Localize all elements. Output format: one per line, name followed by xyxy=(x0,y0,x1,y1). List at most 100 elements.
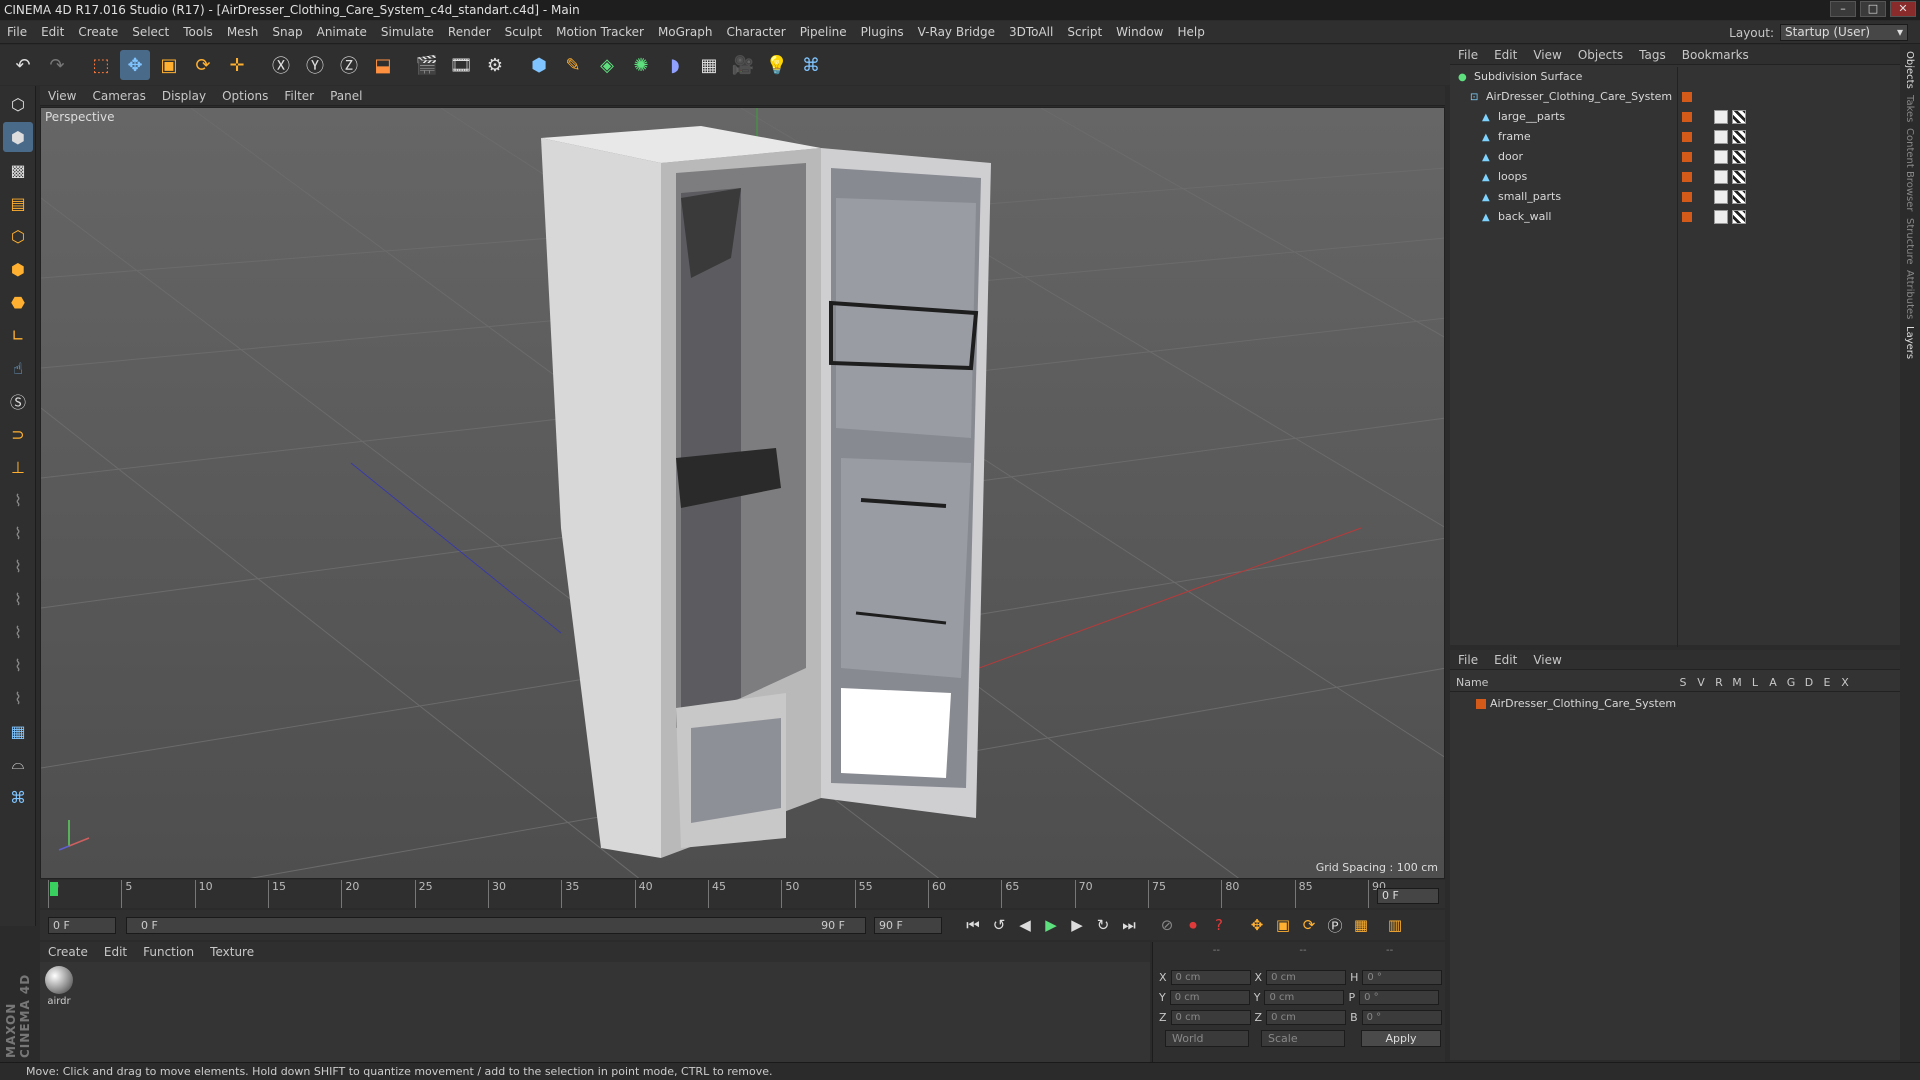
model-mode-icon[interactable]: ⬢ xyxy=(3,122,33,152)
menu-select[interactable]: Select xyxy=(125,21,176,44)
menu-file[interactable]: File xyxy=(0,21,34,44)
menu-v-ray-bridge[interactable]: V-Ray Bridge xyxy=(911,21,1002,44)
key-rotation-icon[interactable]: ⟳ xyxy=(1296,912,1322,938)
camera-icon[interactable]: 🎥 xyxy=(728,50,758,80)
array-icon[interactable]: ✺ xyxy=(626,50,656,80)
z-axis-lock-icon[interactable]: Ⓩ xyxy=(334,50,364,80)
layer-col-a[interactable]: A xyxy=(1764,674,1782,692)
rotation-p-field[interactable]: 0 ° xyxy=(1359,989,1440,1005)
sculpt-brush-5-icon[interactable]: ⌇ xyxy=(3,617,33,647)
position-y-field[interactable]: 0 cm xyxy=(1169,989,1250,1005)
phong-tag-icon[interactable] xyxy=(1714,210,1728,224)
prev-keyframe-icon[interactable]: ↺ xyxy=(986,912,1012,938)
goto-start-icon[interactable]: ⏮ xyxy=(960,912,986,938)
right-tab-attributes[interactable]: Attributes xyxy=(1904,270,1915,319)
coordinate-system-icon[interactable]: ⬓ xyxy=(368,50,398,80)
apply-button[interactable]: Apply xyxy=(1361,1030,1441,1047)
size-z-field[interactable]: 0 cm xyxy=(1266,1009,1347,1025)
viewport-menu-display[interactable]: Display xyxy=(154,86,214,106)
phong-tag-icon[interactable] xyxy=(1714,130,1728,144)
menu-character[interactable]: Character xyxy=(719,21,792,44)
material-menu-create[interactable]: Create xyxy=(40,942,96,962)
phong-tag-icon[interactable] xyxy=(1714,110,1728,124)
texture-tag-icon[interactable] xyxy=(1732,170,1746,184)
render-view-icon[interactable]: 🎬 xyxy=(412,50,442,80)
position-x-field[interactable]: 0 cm xyxy=(1170,969,1251,985)
position-z-field[interactable]: 0 cm xyxy=(1170,1009,1251,1025)
object-row-small-parts[interactable]: ▲ small_parts xyxy=(1450,187,1900,207)
render-settings-icon[interactable]: ⚙ xyxy=(480,50,510,80)
workplane-icon[interactable]: ▤ xyxy=(3,188,33,218)
menu-animate[interactable]: Animate xyxy=(310,21,374,44)
object-row-loops[interactable]: ▲ loops xyxy=(1450,167,1900,187)
object-menu-bookmarks[interactable]: Bookmarks xyxy=(1674,45,1757,65)
phong-tag-icon[interactable] xyxy=(1714,170,1728,184)
python-script-icon[interactable]: ⌘ xyxy=(3,782,33,812)
viewport[interactable]: Perspective Grid Spacing : 100 cm xyxy=(40,107,1445,879)
frame-range-slider[interactable]: 0 F 90 F xyxy=(126,916,866,934)
object-row-airdresser-clothing-care-system[interactable]: ⊡ AirDresser_Clothing_Care_System xyxy=(1450,87,1900,107)
recent-tool-icon[interactable]: ✛ xyxy=(222,50,252,80)
light-icon[interactable]: 💡 xyxy=(762,50,792,80)
deformer-icon[interactable]: ◗ xyxy=(660,50,690,80)
cube-primitive-icon[interactable]: ⬢ xyxy=(524,50,554,80)
layer-col-m[interactable]: M xyxy=(1728,674,1746,692)
rotation-h-field[interactable]: 0 ° xyxy=(1362,969,1443,985)
menu-window[interactable]: Window xyxy=(1109,21,1170,44)
menu-script[interactable]: Script xyxy=(1060,21,1109,44)
goto-end-icon[interactable]: ⏭ xyxy=(1116,912,1142,938)
size-mode-dropdown[interactable]: Scale xyxy=(1261,1030,1345,1047)
spline-pen-icon[interactable]: ✎ xyxy=(558,50,588,80)
key-parameter-icon[interactable]: Ⓟ xyxy=(1322,912,1348,938)
key-pla-icon[interactable]: ▦ xyxy=(1348,912,1374,938)
coord-system-dropdown[interactable]: World xyxy=(1165,1030,1249,1047)
sculpt-brush-1-icon[interactable]: ⌇ xyxy=(3,485,33,515)
end-frame-field[interactable]: 90 F xyxy=(874,916,942,934)
object-row-subdivision-surface[interactable]: ● Subdivision Surface xyxy=(1450,67,1900,87)
start-frame-field[interactable]: 0 F xyxy=(48,916,116,934)
layout-dropdown[interactable]: Startup (User) xyxy=(1780,24,1908,41)
keyframe-selection-icon[interactable]: ? xyxy=(1206,912,1232,938)
scale-tool-icon[interactable]: ▣ xyxy=(154,50,184,80)
menu-3dtoall[interactable]: 3DToAll xyxy=(1002,21,1060,44)
redo-icon[interactable]: ↷ xyxy=(42,50,72,80)
texture-mode-icon[interactable]: ▩ xyxy=(3,155,33,185)
menu-tools[interactable]: Tools xyxy=(176,21,220,44)
magnet-icon[interactable]: ⌓ xyxy=(3,749,33,779)
viewport-menu-filter[interactable]: Filter xyxy=(276,86,322,106)
right-tab-takes[interactable]: Takes xyxy=(1904,95,1915,122)
rotation-b-field[interactable]: 0 ° xyxy=(1361,1009,1442,1025)
menu-create[interactable]: Create xyxy=(71,21,125,44)
material-menu-function[interactable]: Function xyxy=(135,942,202,962)
layer-col-s[interactable]: S xyxy=(1674,674,1692,692)
right-tab-layers[interactable]: Layers xyxy=(1904,326,1915,359)
edges-mode-icon[interactable]: ⬢ xyxy=(3,254,33,284)
menu-simulate[interactable]: Simulate xyxy=(374,21,441,44)
texture-tag-icon[interactable] xyxy=(1732,130,1746,144)
menu-snap[interactable]: Snap xyxy=(265,21,309,44)
viewport-menu-panel[interactable]: Panel xyxy=(322,86,370,106)
record-keys-icon[interactable]: ⊘ xyxy=(1154,912,1180,938)
sculpt-brush-3-icon[interactable]: ⌇ xyxy=(3,551,33,581)
object-menu-tags[interactable]: Tags xyxy=(1631,45,1674,65)
axis-mode-icon[interactable]: ∟ xyxy=(3,320,33,350)
workplane-axis-icon[interactable]: ⊥ xyxy=(3,452,33,482)
minimize-button[interactable]: – xyxy=(1830,1,1856,17)
nurbs-icon[interactable]: ◈ xyxy=(592,50,622,80)
paint-icon[interactable]: ▦ xyxy=(3,716,33,746)
solo-mode-icon[interactable]: Ⓢ xyxy=(3,386,33,416)
object-row-frame[interactable]: ▲ frame xyxy=(1450,127,1900,147)
live-selection-icon[interactable]: ⬚ xyxy=(86,50,116,80)
viewport-menu-view[interactable]: View xyxy=(40,86,84,106)
right-tab-structure[interactable]: Structure xyxy=(1904,218,1915,265)
texture-tag-icon[interactable] xyxy=(1732,110,1746,124)
menu-edit[interactable]: Edit xyxy=(34,21,71,44)
menu-mesh[interactable]: Mesh xyxy=(220,21,266,44)
layer-col-x[interactable]: X xyxy=(1836,674,1854,692)
current-frame-field[interactable]: 0 F xyxy=(1377,888,1439,904)
key-position-icon[interactable]: ✥ xyxy=(1244,912,1270,938)
material-swatch[interactable]: airdr xyxy=(44,966,74,1010)
object-menu-edit[interactable]: Edit xyxy=(1486,45,1525,65)
layer-col-l[interactable]: L xyxy=(1746,674,1764,692)
maximize-button[interactable]: □ xyxy=(1860,1,1886,17)
